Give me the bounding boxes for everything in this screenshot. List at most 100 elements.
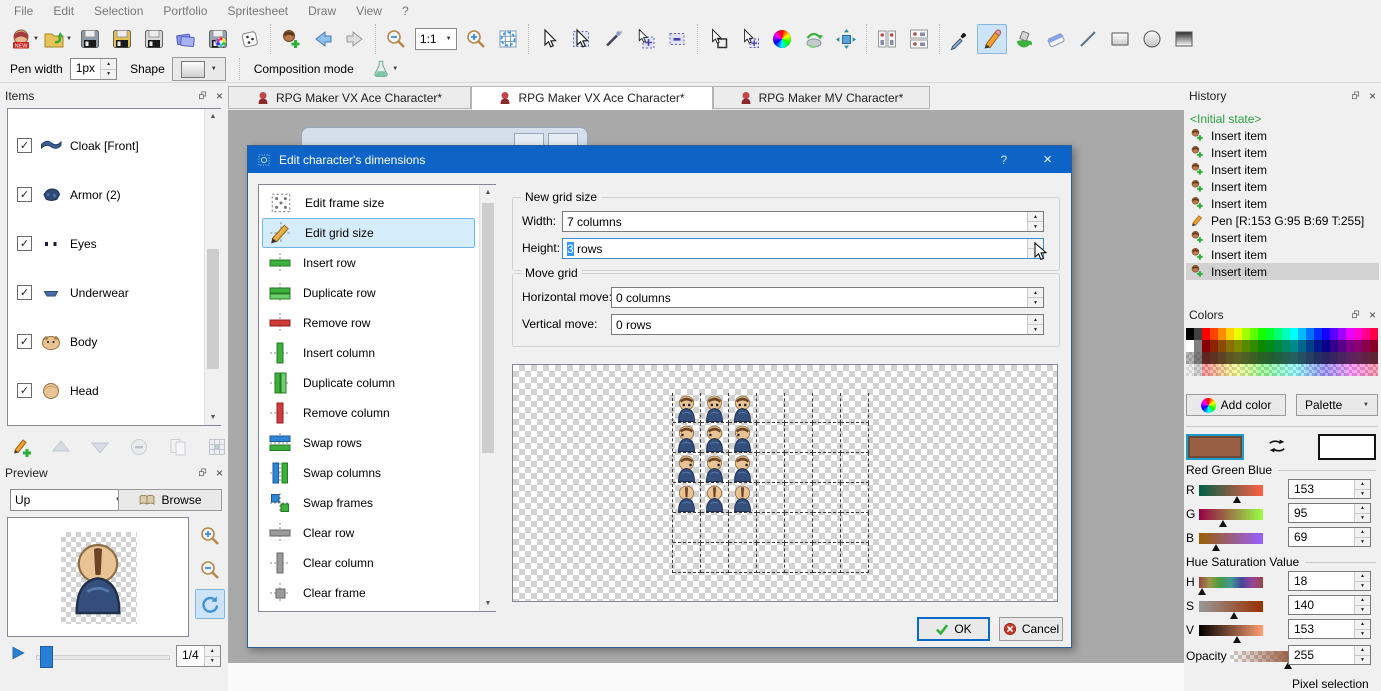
- opacity-track[interactable]: [1230, 651, 1290, 662]
- dialog-list-item[interactable]: Insert column: [262, 338, 475, 368]
- dialog-list-item[interactable]: Clear column: [262, 548, 475, 578]
- rgb-r-slider-value-box[interactable]: 153▲▼: [1288, 479, 1371, 499]
- gradient-button[interactable]: [1169, 24, 1199, 54]
- menu-item-view[interactable]: View: [346, 1, 392, 21]
- menu-item-spritesheet[interactable]: Spritesheet: [217, 1, 298, 21]
- palette-swatch[interactable]: [1322, 328, 1330, 340]
- menu-item-selection[interactable]: Selection: [84, 1, 153, 21]
- composition-mode-button[interactable]: ▼: [362, 54, 408, 84]
- history-entry[interactable]: Insert item: [1186, 229, 1379, 246]
- hsv-s-slider-spin-buttons[interactable]: ▲▼: [1354, 596, 1370, 614]
- palette-swatch[interactable]: [1226, 328, 1234, 340]
- palette-swatch[interactable]: [1322, 352, 1330, 364]
- palette-dropdown-button[interactable]: Palette ▼: [1296, 394, 1378, 416]
- dialog-list-item[interactable]: Edit frame size: [262, 188, 475, 218]
- rgb-g-slider-value-box[interactable]: 95▲▼: [1288, 503, 1371, 523]
- palette-swatch[interactable]: [1218, 328, 1226, 340]
- palette-swatch[interactable]: [1370, 352, 1378, 364]
- palette-swatch[interactable]: [1242, 340, 1250, 352]
- rgb-b-slider-track[interactable]: [1199, 533, 1263, 544]
- palette-swatch[interactable]: [1202, 352, 1210, 364]
- palette-swatch[interactable]: [1306, 328, 1314, 340]
- preview-direction-select[interactable]: Up ▼: [10, 489, 126, 511]
- palette-swatch[interactable]: [1290, 364, 1298, 376]
- tab-2[interactable]: RPG Maker VX Ace Character*: [471, 86, 713, 110]
- palette-swatch[interactable]: [1218, 364, 1226, 376]
- dialog-close-button[interactable]: ×: [1033, 151, 1062, 168]
- dialog-list-item[interactable]: Duplicate row: [262, 278, 475, 308]
- palette-swatch[interactable]: [1330, 364, 1338, 376]
- palette-swatch[interactable]: [1282, 340, 1290, 352]
- palette-swatch[interactable]: [1306, 364, 1314, 376]
- close-panel-icon[interactable]: ×: [216, 89, 223, 103]
- dialog-list-item[interactable]: Edit grid size: [262, 218, 475, 248]
- add-color-button[interactable]: Add color: [1186, 394, 1286, 416]
- palette-swatch[interactable]: [1258, 328, 1266, 340]
- palette-swatch[interactable]: [1322, 364, 1330, 376]
- palette-swatch[interactable]: [1274, 352, 1282, 364]
- height-field[interactable]: 3 rows ▲▼: [562, 238, 1044, 259]
- list-item[interactable]: ✓Cloak [Front]: [8, 121, 220, 170]
- hsv-s-slider-value-box[interactable]: 140▲▼: [1288, 595, 1371, 615]
- color-wheel-button[interactable]: [767, 24, 797, 54]
- palette-swatch[interactable]: [1314, 364, 1322, 376]
- shape-picker-button[interactable]: ▼: [172, 57, 226, 81]
- hsv-v-slider-value-box[interactable]: 153▲▼: [1288, 619, 1371, 639]
- palette-swatch[interactable]: [1226, 340, 1234, 352]
- pen-width-stepper[interactable]: 1px ▲▼: [70, 58, 117, 80]
- palette-swatch[interactable]: [1330, 328, 1338, 340]
- add-item-button[interactable]: [7, 432, 37, 462]
- palette-swatch[interactable]: [1218, 340, 1226, 352]
- palette-swatch[interactable]: [1330, 340, 1338, 352]
- palette-swatch[interactable]: [1346, 352, 1354, 364]
- dialog-list-item[interactable]: Remove column: [262, 398, 475, 428]
- palette-swatch[interactable]: [1314, 340, 1322, 352]
- open-folder-button[interactable]: ▼: [42, 24, 73, 54]
- palette-swatch[interactable]: [1234, 328, 1242, 340]
- preview-zoom-in-button[interactable]: [195, 521, 225, 551]
- dialog-title-bar[interactable]: Edit character's dimensions ? ×: [248, 146, 1071, 173]
- palette-swatch[interactable]: [1218, 352, 1226, 364]
- rgb-b-slider-marker[interactable]: [1212, 544, 1220, 551]
- hsv-s-slider-track[interactable]: [1199, 601, 1263, 612]
- palette-swatch[interactable]: [1370, 328, 1378, 340]
- history-entry[interactable]: Insert item: [1186, 127, 1379, 144]
- palette-swatch[interactable]: [1274, 328, 1282, 340]
- frame-stepper[interactable]: 1/4 ▲▼: [176, 645, 221, 667]
- palette-swatch[interactable]: [1370, 364, 1378, 376]
- palette-swatch[interactable]: [1250, 340, 1258, 352]
- float-panel-icon[interactable]: [198, 468, 208, 478]
- menu-item-file[interactable]: File: [4, 1, 43, 21]
- history-entry[interactable]: Insert item: [1186, 161, 1379, 178]
- palette-swatch[interactable]: [1266, 328, 1274, 340]
- palette-swatch[interactable]: [1306, 340, 1314, 352]
- palette-swatch[interactable]: [1234, 364, 1242, 376]
- opacity-value-box[interactable]: 255▲▼: [1288, 645, 1371, 665]
- pencil-button[interactable]: [977, 24, 1007, 54]
- palette-swatch[interactable]: [1282, 352, 1290, 364]
- history-entry[interactable]: Insert item: [1186, 144, 1379, 161]
- palette-swatch[interactable]: [1362, 328, 1370, 340]
- pen-width-spin-buttons[interactable]: ▲▼: [100, 59, 116, 79]
- palette-swatch[interactable]: [1250, 364, 1258, 376]
- items-list-scrollbar[interactable]: ▲ ▼: [204, 109, 221, 425]
- swap-colors-icon[interactable]: [1262, 436, 1292, 456]
- width-field[interactable]: 7 columns ▲▼: [562, 211, 1044, 232]
- list-item[interactable]: ✓Head: [8, 366, 220, 415]
- palette-swatch[interactable]: [1346, 364, 1354, 376]
- palette-swatch[interactable]: [1202, 340, 1210, 352]
- duplicate-item-button[interactable]: [163, 432, 193, 462]
- hsv-h-slider-track[interactable]: [1199, 577, 1263, 588]
- hsv-h-slider-marker[interactable]: [1198, 588, 1206, 595]
- save-copy-button[interactable]: [139, 24, 169, 54]
- preview-rotate-button[interactable]: [195, 589, 225, 619]
- palette-swatch[interactable]: [1282, 364, 1290, 376]
- palette-swatch[interactable]: [1258, 364, 1266, 376]
- palette-swatch[interactable]: [1338, 364, 1346, 376]
- move-down-button[interactable]: [85, 432, 115, 462]
- palette-swatch[interactable]: [1210, 328, 1218, 340]
- palette-swatch[interactable]: [1186, 340, 1194, 352]
- ellipse-button[interactable]: [1137, 24, 1167, 54]
- palette-swatch[interactable]: [1354, 352, 1362, 364]
- hsv-v-slider-spin-buttons[interactable]: ▲▼: [1354, 620, 1370, 638]
